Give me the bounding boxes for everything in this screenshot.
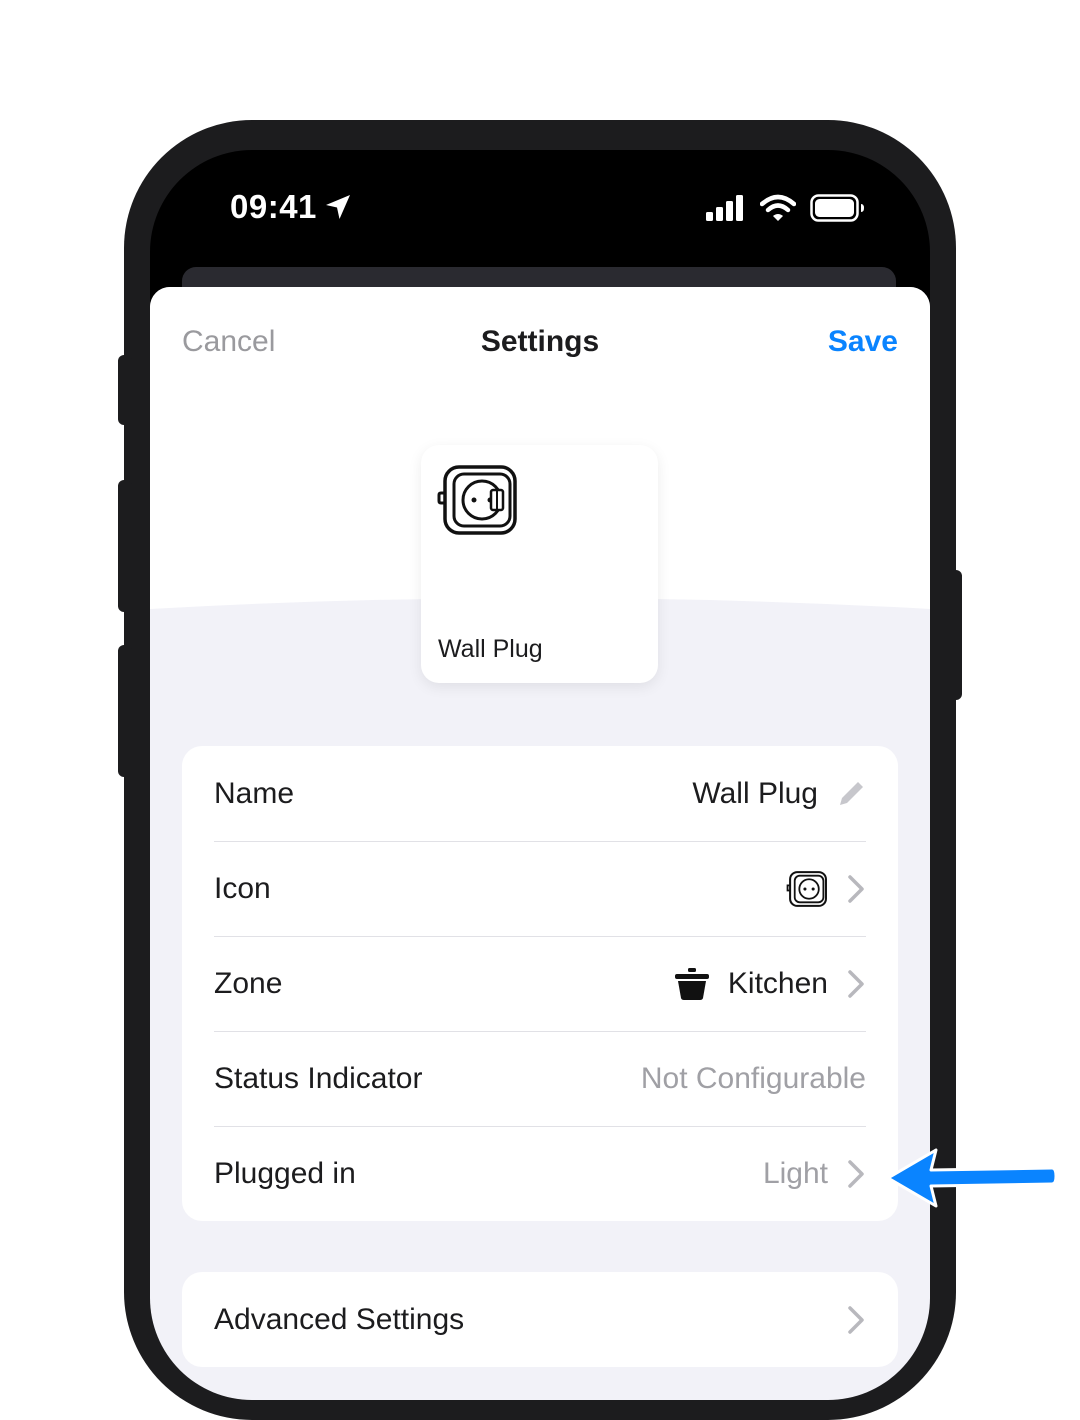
- cancel-button[interactable]: Cancel: [182, 325, 275, 359]
- name-value: Wall Plug: [692, 776, 818, 810]
- plugged-in-row[interactable]: Plugged in Light: [182, 1126, 898, 1221]
- name-row[interactable]: Name Wall Plug: [182, 746, 898, 841]
- wifi-icon: [760, 194, 796, 221]
- save-button[interactable]: Save: [828, 325, 898, 359]
- battery-icon: [810, 194, 864, 222]
- phone-button-volume-up: [118, 480, 132, 612]
- zone-row[interactable]: Zone Kitchen: [182, 936, 898, 1031]
- status-indicator-label: Status Indicator: [214, 1061, 423, 1095]
- chevron-right-icon: [848, 1305, 864, 1334]
- phone-button-power: [948, 570, 962, 700]
- status-time: 09:41: [230, 188, 317, 225]
- status-indicator-row: Status Indicator Not Configurable: [182, 1031, 898, 1126]
- pot-icon: [674, 967, 709, 1000]
- phone-screen: 09:41 Cancel Settings Save Wall Plug Nam…: [150, 150, 930, 1400]
- location-arrow-icon: [325, 195, 350, 219]
- plugged-in-value: Light: [762, 1156, 828, 1190]
- device-card-label: Wall Plug: [438, 635, 543, 663]
- icon-row[interactable]: Icon: [182, 841, 898, 936]
- status-time-wrap: 09:41: [230, 188, 353, 226]
- chevron-right-icon: [848, 1159, 864, 1188]
- device-card[interactable]: Wall Plug: [421, 445, 658, 683]
- arrow-left-icon: [886, 1148, 1058, 1208]
- phone-button-volume-down: [118, 645, 132, 777]
- name-label: Name: [214, 776, 295, 810]
- status-icons: [706, 194, 866, 222]
- phone-button-silent: [118, 355, 132, 425]
- advanced-settings-label: Advanced Settings: [214, 1302, 465, 1336]
- status-indicator-value: Not Configurable: [640, 1061, 866, 1095]
- pencil-icon[interactable]: [836, 779, 866, 809]
- wall-plug-icon: [786, 870, 827, 907]
- zone-label: Zone: [214, 966, 283, 1000]
- settings-group: Name Wall Plug Icon Zone Kitchen Status …: [182, 746, 898, 1221]
- zone-value: Kitchen: [727, 966, 828, 1000]
- wall-plug-icon: [437, 465, 517, 535]
- advanced-settings-row[interactable]: Advanced Settings: [182, 1272, 898, 1367]
- advanced-group: Advanced Settings: [182, 1272, 898, 1367]
- settings-sheet: Cancel Settings Save Wall Plug Name Wall…: [150, 287, 930, 1400]
- page-title: Settings: [480, 325, 600, 358]
- cellular-signal-icon: [706, 195, 743, 221]
- icon-label: Icon: [214, 871, 271, 905]
- chevron-right-icon: [848, 969, 864, 998]
- plugged-in-label: Plugged in: [214, 1156, 356, 1190]
- chevron-right-icon: [848, 874, 864, 903]
